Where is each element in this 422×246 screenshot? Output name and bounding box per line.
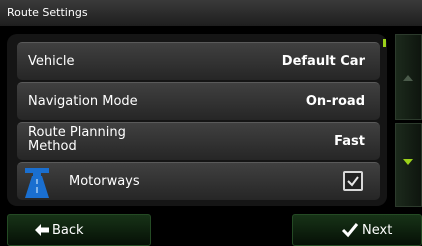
scroll-down-button[interactable] <box>395 123 422 207</box>
setting-value: On-road <box>305 94 365 109</box>
scroll-position-indicator <box>383 39 386 47</box>
arrow-left-icon <box>35 224 49 236</box>
motorways-checkbox[interactable] <box>343 171 363 191</box>
title-bar: Route Settings <box>0 0 422 27</box>
triangle-up-icon <box>403 75 413 81</box>
setting-label: Navigation Mode <box>28 94 138 109</box>
setting-label: Motorways <box>69 174 140 189</box>
setting-value: Default Car <box>281 54 365 69</box>
setting-row-route-planning-method[interactable]: Route Planning Method Fast <box>17 122 380 160</box>
setting-label: Route Planning Method <box>28 125 126 154</box>
motorway-icon <box>25 168 49 198</box>
setting-value: Fast <box>334 134 365 149</box>
checkmark-icon <box>347 176 359 187</box>
triangle-down-icon <box>403 159 413 165</box>
back-button[interactable]: Back <box>7 214 151 246</box>
scroll-up-button[interactable] <box>395 34 422 120</box>
setting-label: Vehicle <box>28 54 75 69</box>
setting-row-motorways[interactable]: Motorways <box>17 162 380 200</box>
page-title: Route Settings <box>7 6 88 19</box>
back-button-label: Back <box>52 223 84 238</box>
setting-row-navigation-mode[interactable]: Navigation Mode On-road <box>17 82 380 120</box>
next-button-label: Next <box>362 223 393 238</box>
next-button[interactable]: Next <box>292 214 422 246</box>
checkmark-icon <box>341 223 359 238</box>
setting-row-vehicle[interactable]: Vehicle Default Car <box>17 42 380 80</box>
